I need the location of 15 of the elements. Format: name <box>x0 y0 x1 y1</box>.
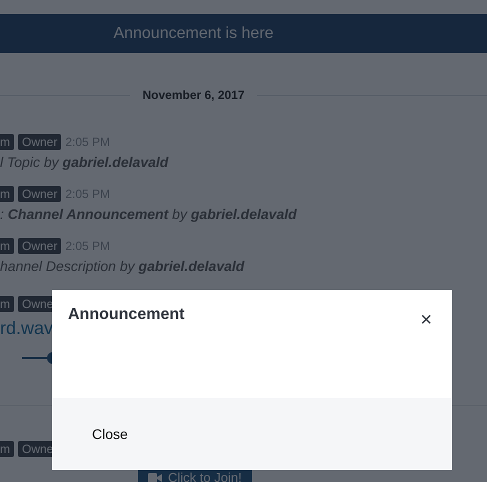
system-message: l Topic by gabriel.delavald <box>0 154 170 170</box>
role-tag: Owner <box>18 134 62 150</box>
role-tag: m <box>0 134 14 150</box>
banner-text: Announcement is here <box>113 24 274 42</box>
role-tag: Owner <box>18 186 62 202</box>
dialog-title: Announcement <box>68 306 184 324</box>
video-camera-icon <box>148 472 162 482</box>
role-tag: m <box>0 238 14 254</box>
role-tag: Owner <box>18 238 62 254</box>
role-tag: m <box>0 440 14 456</box>
system-message: hannel Description by gabriel.delavald <box>0 258 246 274</box>
role-tag: m <box>0 296 14 312</box>
role-tag: m <box>0 186 14 202</box>
close-button[interactable]: × <box>420 310 432 330</box>
system-message: : Channel Announcement by gabriel.delavald <box>0 206 298 222</box>
